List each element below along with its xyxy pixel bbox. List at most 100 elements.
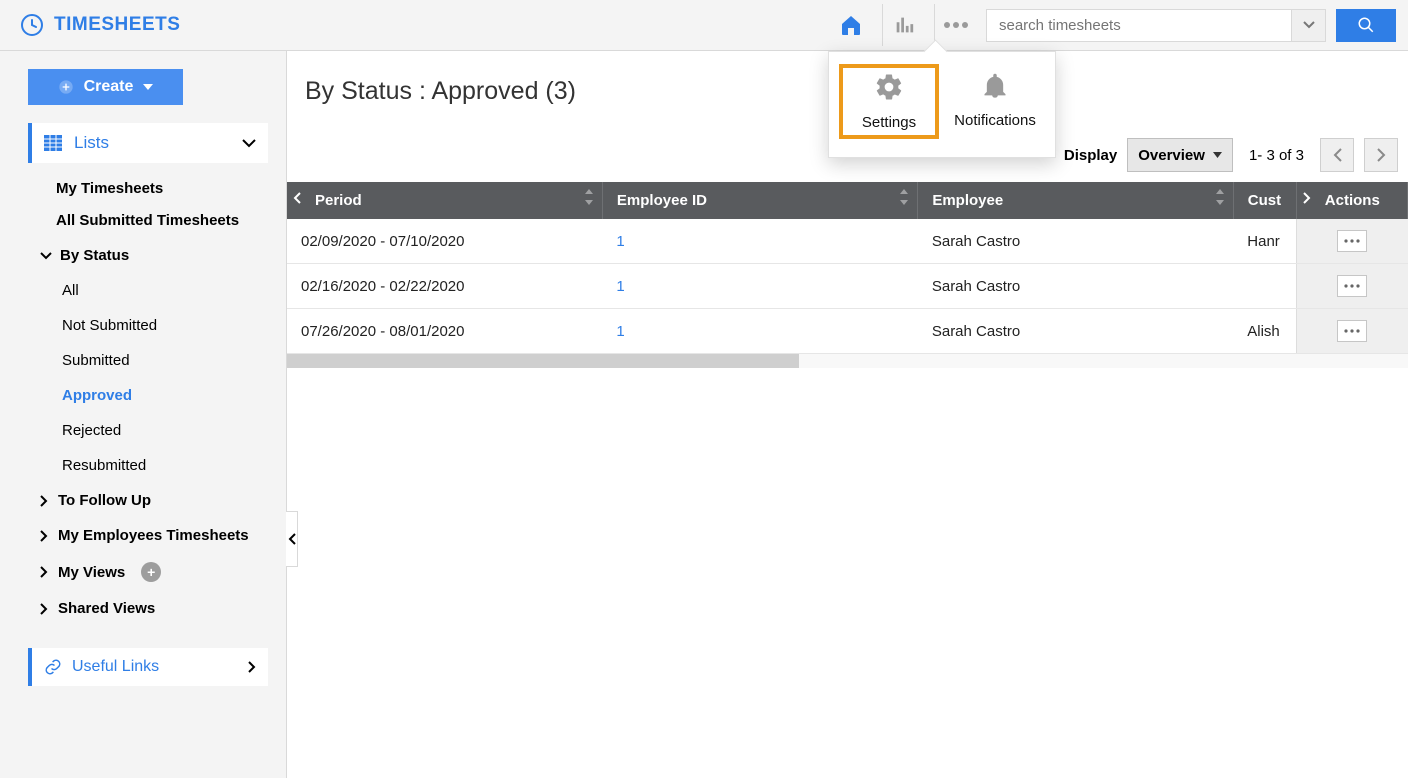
col-period[interactable]: Period bbox=[287, 182, 602, 219]
pager-prev-button[interactable] bbox=[1320, 138, 1354, 172]
sidebar: Create Lists My Timesheets All Submitted… bbox=[0, 51, 287, 778]
cell-period: 02/09/2020 - 07/10/2020 bbox=[287, 219, 602, 264]
cell-employee: Sarah Castro bbox=[918, 219, 1233, 264]
brand: TIMESHEETS bbox=[20, 13, 180, 37]
nav-label: By Status bbox=[60, 247, 129, 264]
analytics-button[interactable] bbox=[882, 4, 924, 46]
row-actions-button[interactable] bbox=[1337, 275, 1367, 297]
cell-employee-id[interactable]: 1 bbox=[602, 219, 917, 264]
col-label: Cust bbox=[1248, 192, 1281, 209]
nav-label: My Employees Timesheets bbox=[58, 527, 249, 544]
nav-label: My Timesheets bbox=[56, 180, 163, 197]
sidebar-lists-label: Lists bbox=[74, 133, 109, 153]
sidebar-item-status-resubmitted[interactable]: Resubmitted bbox=[28, 448, 268, 483]
sidebar-item-my-views[interactable]: My Views + bbox=[28, 553, 268, 591]
col-customer[interactable]: Cust bbox=[1233, 182, 1296, 219]
sidebar-item-my-employees[interactable]: My Employees Timesheets bbox=[28, 518, 268, 553]
search-button[interactable] bbox=[1336, 9, 1396, 42]
chevron-right-icon bbox=[1303, 192, 1311, 204]
sidebar-item-all-submitted[interactable]: All Submitted Timesheets bbox=[28, 206, 268, 238]
chevron-down-icon bbox=[40, 252, 52, 260]
popover-settings-label: Settings bbox=[862, 114, 916, 131]
grid-icon bbox=[44, 135, 62, 151]
pager-status: 1- 3 of 3 bbox=[1249, 147, 1304, 164]
top-bar: TIMESHEETS bbox=[0, 0, 1408, 51]
cell-employee-id[interactable]: 1 bbox=[602, 309, 917, 354]
chevron-right-icon bbox=[248, 661, 256, 673]
table-row[interactable]: 07/26/2020 - 08/01/20201Sarah CastroAlis… bbox=[287, 309, 1408, 354]
cell-customer bbox=[1233, 264, 1296, 309]
sidebar-item-my-timesheets[interactable]: My Timesheets bbox=[28, 171, 268, 206]
sidebar-item-shared-views[interactable]: Shared Views bbox=[28, 591, 268, 626]
display-value: Overview bbox=[1138, 147, 1205, 164]
chevron-right-icon bbox=[40, 495, 48, 507]
display-dropdown[interactable]: Overview bbox=[1127, 138, 1233, 172]
sidebar-item-to-follow-up[interactable]: To Follow Up bbox=[28, 483, 268, 518]
create-label: Create bbox=[84, 78, 134, 96]
more-button[interactable] bbox=[934, 4, 976, 46]
search-scope-dropdown[interactable] bbox=[1291, 10, 1325, 41]
chevron-right-icon bbox=[40, 603, 48, 615]
nav-label: Resubmitted bbox=[62, 457, 146, 474]
sidebar-item-status-not-submitted[interactable]: Not Submitted bbox=[28, 308, 268, 343]
col-label: Employee ID bbox=[617, 192, 707, 209]
cell-employee-id[interactable]: 1 bbox=[602, 264, 917, 309]
sidebar-useful-links[interactable]: Useful Links bbox=[28, 648, 268, 686]
row-actions-button[interactable] bbox=[1337, 230, 1367, 252]
popover-notifications[interactable]: Notifications bbox=[945, 64, 1045, 139]
sidebar-item-status-approved[interactable]: Approved bbox=[28, 378, 268, 413]
search-input[interactable] bbox=[987, 17, 1291, 34]
nav-label: Submitted bbox=[62, 352, 130, 369]
display-label: Display bbox=[1064, 147, 1117, 164]
table-row[interactable]: 02/09/2020 - 07/10/20201Sarah CastroHanr bbox=[287, 219, 1408, 264]
cell-actions bbox=[1296, 219, 1407, 264]
main-content: By Status : Approved (3) Display Overvie… bbox=[287, 51, 1408, 778]
add-view-button[interactable]: + bbox=[141, 562, 161, 582]
chevron-right-icon bbox=[40, 530, 48, 542]
scrollbar-thumb[interactable] bbox=[287, 354, 799, 368]
plus-circle-icon bbox=[58, 79, 74, 95]
chevron-right-icon bbox=[40, 566, 48, 578]
popover-notifications-label: Notifications bbox=[954, 112, 1036, 129]
data-grid: Period Employee ID Employee Cust bbox=[287, 182, 1408, 368]
row-actions-button[interactable] bbox=[1337, 320, 1367, 342]
bar-chart-icon bbox=[893, 14, 915, 36]
sidebar-item-status-submitted[interactable]: Submitted bbox=[28, 343, 268, 378]
link-icon bbox=[44, 658, 62, 676]
more-dots-icon bbox=[943, 20, 969, 30]
cell-period: 02/16/2020 - 02/22/2020 bbox=[287, 264, 602, 309]
home-button[interactable] bbox=[830, 4, 872, 46]
sort-icon bbox=[899, 189, 909, 205]
create-button[interactable]: Create bbox=[28, 69, 183, 105]
cell-employee: Sarah Castro bbox=[918, 309, 1233, 354]
col-actions: Actions bbox=[1296, 182, 1407, 219]
sidebar-item-by-status[interactable]: By Status bbox=[28, 238, 268, 273]
chevron-down-icon bbox=[1303, 21, 1315, 29]
caret-down-icon bbox=[143, 84, 153, 90]
sidebar-item-status-rejected[interactable]: Rejected bbox=[28, 413, 268, 448]
col-employee-id[interactable]: Employee ID bbox=[602, 182, 917, 219]
cell-actions bbox=[1296, 264, 1407, 309]
search-box bbox=[986, 9, 1326, 42]
bell-icon bbox=[981, 72, 1009, 100]
top-nav bbox=[830, 4, 1396, 46]
nav-label: My Views bbox=[58, 564, 125, 581]
col-label: Period bbox=[315, 192, 362, 209]
chevron-left-icon bbox=[293, 192, 301, 204]
nav-label: All bbox=[62, 282, 79, 299]
clock-icon bbox=[20, 13, 44, 37]
horizontal-scrollbar[interactable] bbox=[287, 354, 1408, 368]
sidebar-item-status-all[interactable]: All bbox=[28, 273, 268, 308]
sort-icon bbox=[584, 189, 594, 205]
pager-next-button[interactable] bbox=[1364, 138, 1398, 172]
col-employee[interactable]: Employee bbox=[918, 182, 1233, 219]
cell-period: 07/26/2020 - 08/01/2020 bbox=[287, 309, 602, 354]
popover-settings[interactable]: Settings bbox=[839, 64, 939, 139]
cell-customer: Alish bbox=[1233, 309, 1296, 354]
chevron-right-icon bbox=[1377, 148, 1386, 162]
sidebar-lists-header[interactable]: Lists bbox=[28, 123, 268, 163]
nav-label: Not Submitted bbox=[62, 317, 157, 334]
search-icon bbox=[1357, 16, 1375, 34]
chevron-left-icon bbox=[1333, 148, 1342, 162]
table-row[interactable]: 02/16/2020 - 02/22/20201Sarah Castro bbox=[287, 264, 1408, 309]
